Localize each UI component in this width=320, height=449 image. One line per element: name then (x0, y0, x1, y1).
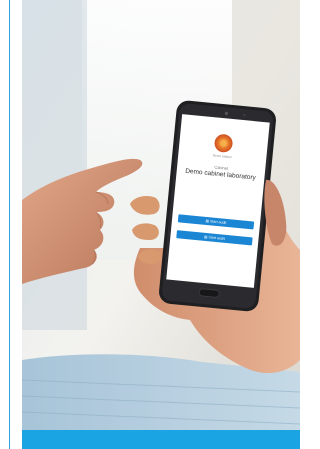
start-audit-button-secondary[interactable]: ▤ Start audit (176, 230, 253, 246)
brand-logo (213, 133, 234, 154)
page-frame: Demo cabinet Cabinet Demo cabinet labora… (0, 0, 300, 449)
start-audit-label-secondary: Start audit (208, 235, 225, 241)
left-divider (9, 0, 10, 449)
start-audit-label: Start audit (209, 219, 227, 225)
phone-screen: Demo cabinet Cabinet Demo cabinet labora… (166, 114, 270, 288)
photo-hand-with-phone: Demo cabinet Cabinet Demo cabinet labora… (22, 0, 300, 449)
logo-caption: Demo cabinet (212, 153, 232, 160)
start-audit-button[interactable]: ▤ Start audit (177, 214, 255, 230)
bottom-accent-bar (22, 430, 300, 449)
